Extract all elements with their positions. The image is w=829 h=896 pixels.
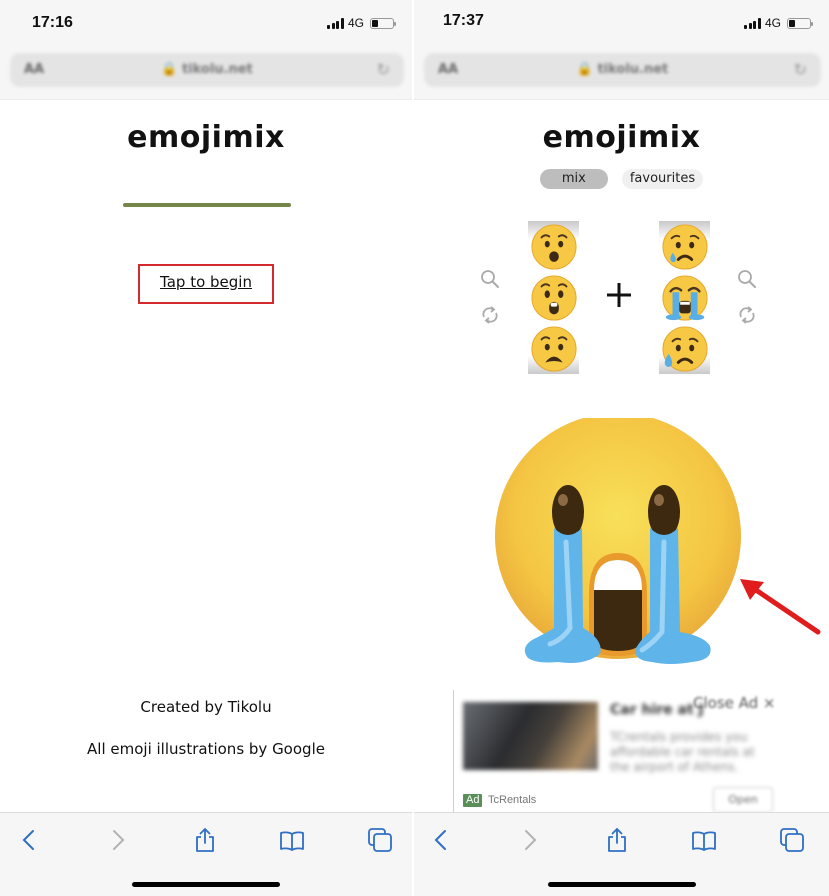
url-bar[interactable]: AA 🔒 tikolu.net ↻	[10, 53, 404, 87]
back-icon	[22, 830, 34, 850]
reload-icon[interactable]: ↻	[377, 60, 390, 79]
url-domain: tikolu.net	[597, 62, 669, 77]
ad-open-button[interactable]: Open	[713, 787, 773, 813]
ad-divider	[453, 690, 454, 812]
url-text: 🔒 tikolu.net	[576, 62, 669, 77]
page-title: emojimix	[127, 120, 285, 155]
loading-progress-bar	[123, 203, 291, 207]
ad-body: TCrentals provides you affordable car re…	[610, 730, 755, 774]
tabs-icon	[368, 828, 392, 852]
right-emoji-picker[interactable]	[659, 221, 710, 374]
astonished-face-icon	[530, 274, 577, 321]
emoji-option-hushed[interactable]	[528, 221, 579, 272]
loudly-crying-face-icon	[661, 274, 708, 321]
browser-toolbar	[0, 812, 412, 896]
search-icon	[481, 270, 499, 288]
forward-button[interactable]	[103, 825, 133, 855]
browser-toolbar	[414, 812, 829, 896]
credit-illustrations: All emoji illustrations by Google	[87, 740, 325, 758]
search-left-button[interactable]	[479, 268, 501, 290]
browser-top-chrome: 17:37 4G AA 🔒 tikolu.net ↻	[414, 0, 829, 100]
close-ad-button[interactable]: Close Ad ×	[693, 694, 776, 712]
credit-author: Created by Tikolu	[140, 698, 272, 716]
phone-screen-right: 17:37 4G AA 🔒 tikolu.net ↻ emojimix mix …	[414, 0, 829, 896]
emoji-option-anguished[interactable]	[528, 323, 579, 374]
share-button[interactable]	[190, 825, 220, 855]
share-icon	[196, 827, 214, 852]
battery-icon	[787, 17, 813, 29]
search-right-button[interactable]	[736, 268, 758, 290]
bookmarks-icon	[692, 831, 716, 851]
shuffle-icon	[739, 306, 755, 324]
tabs-button[interactable]	[365, 825, 395, 855]
forward-icon	[525, 830, 537, 850]
result-emoji[interactable]	[492, 418, 748, 674]
crying-face-icon	[661, 223, 708, 270]
search-icon	[738, 270, 756, 288]
emoji-option-loudly-crying[interactable]	[659, 272, 710, 323]
tab-mix[interactable]: mix	[539, 169, 608, 189]
back-icon	[434, 830, 446, 850]
tap-to-begin-link[interactable]: Tap to begin	[140, 273, 272, 291]
red-arrow-annotation	[740, 579, 821, 635]
highlight-box: Tap to begin	[138, 264, 274, 304]
bookmarks-icon	[280, 831, 304, 851]
home-indicator[interactable]	[547, 882, 696, 887]
back-button[interactable]	[14, 825, 44, 855]
ad-headline[interactable]: Car hire at J	[610, 702, 704, 718]
mode-tabs: mix favourites	[414, 169, 829, 189]
sad-but-relieved-face-icon	[661, 325, 708, 372]
left-emoji-picker[interactable]	[528, 221, 579, 374]
status-indicators: 4G	[744, 16, 813, 30]
tabs-button[interactable]	[777, 825, 807, 855]
signal-icon	[744, 17, 761, 29]
emoji-option-sad-relieved[interactable]	[659, 323, 710, 374]
emoji-option-crying[interactable]	[659, 221, 710, 272]
screenshots-comparison: 17:16 4G AA 🔒 tikolu.net ↻ emojimix Tap …	[0, 0, 829, 896]
url-domain: tikolu.net	[181, 62, 253, 77]
reload-icon[interactable]: ↻	[794, 60, 807, 79]
ad-banner[interactable]: Car hire at J Close Ad × TCrentals provi…	[453, 690, 829, 813]
share-icon	[608, 827, 626, 852]
status-time: 17:16	[32, 14, 73, 31]
hushed-face-icon	[530, 223, 577, 270]
page-title: emojimix	[542, 120, 701, 155]
bookmarks-button[interactable]	[277, 825, 307, 855]
status-indicators: 4G	[327, 16, 396, 30]
tabs-icon	[780, 828, 804, 852]
shuffle-left-button[interactable]	[479, 304, 501, 326]
ad-advertiser: TcRentals	[488, 794, 537, 806]
ad-image[interactable]	[463, 702, 598, 770]
anguished-face-icon	[530, 325, 577, 372]
signal-icon	[327, 17, 344, 29]
phone-screen-left: 17:16 4G AA 🔒 tikolu.net ↻ emojimix Tap …	[0, 0, 412, 896]
status-time: 17:37	[443, 12, 484, 29]
shuffle-icon	[482, 306, 498, 324]
back-button[interactable]	[426, 825, 456, 855]
forward-icon	[113, 830, 125, 850]
url-text: 🔒 tikolu.net	[161, 62, 253, 77]
shuffle-right-button[interactable]	[736, 304, 758, 326]
bookmarks-button[interactable]	[689, 825, 719, 855]
ad-badge: Ad	[463, 794, 483, 807]
emoji-option-astonished[interactable]	[528, 272, 579, 323]
tab-favourites[interactable]: favourites	[621, 169, 704, 189]
plus-icon	[607, 283, 631, 307]
browser-top-chrome: 17:16 4G AA 🔒 tikolu.net ↻	[0, 0, 412, 100]
forward-button[interactable]	[515, 825, 545, 855]
loading-progress-fill	[123, 203, 291, 207]
battery-icon	[370, 17, 396, 29]
network-type: 4G	[347, 16, 364, 30]
share-button[interactable]	[602, 825, 632, 855]
network-type: 4G	[764, 16, 781, 30]
url-bar[interactable]: AA 🔒 tikolu.net ↻	[424, 53, 821, 87]
home-indicator[interactable]	[132, 882, 280, 887]
